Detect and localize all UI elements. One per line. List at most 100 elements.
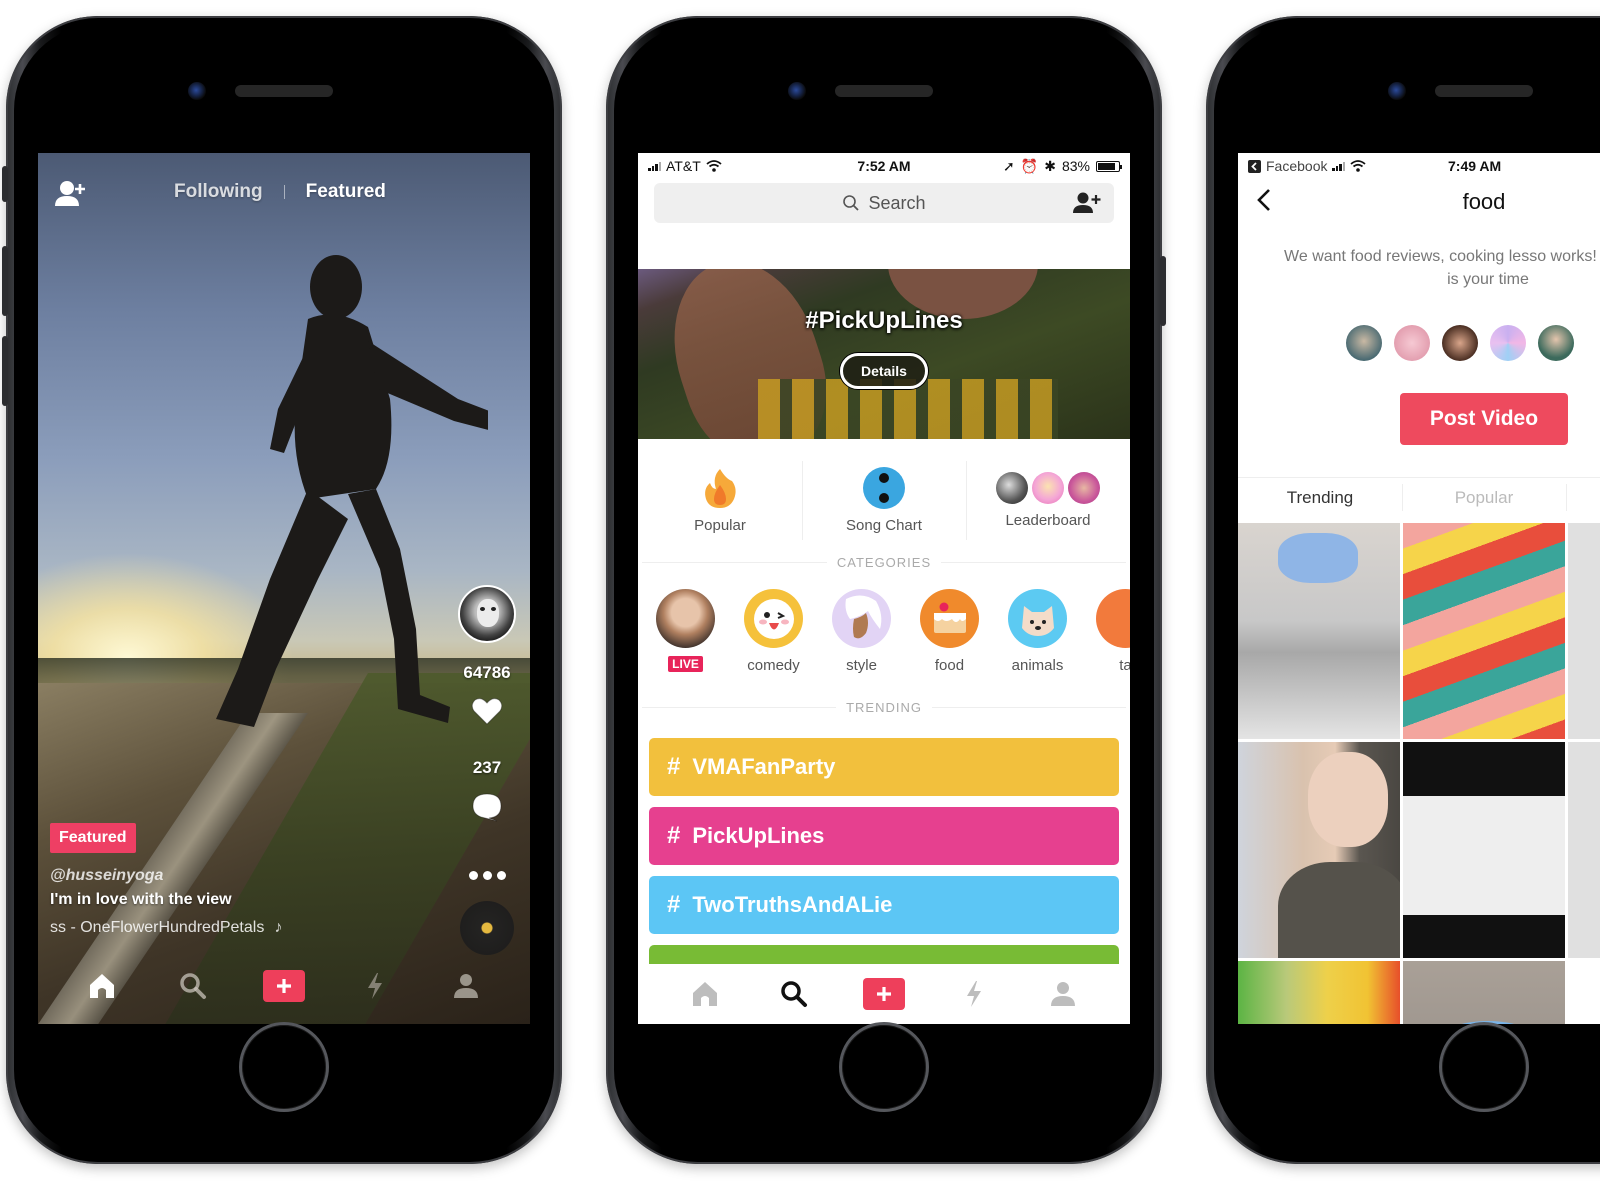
create-button[interactable]	[862, 978, 905, 1010]
status-bar: Facebook 7:49 AM	[1238, 153, 1600, 179]
wifi-icon	[1350, 160, 1367, 172]
tab-search[interactable]	[772, 972, 816, 1016]
category-label: animals	[1011, 657, 1064, 674]
video-thumbnail[interactable]	[1403, 961, 1565, 1024]
bluetooth-icon: ✱	[1044, 157, 1056, 174]
category-label: ta	[1119, 657, 1130, 674]
participant-avatars	[1346, 325, 1574, 361]
tab-create[interactable]	[862, 972, 906, 1016]
front-camera	[788, 82, 806, 100]
quick-link-popular[interactable]: Popular	[638, 453, 802, 548]
video-thumbnail[interactable]	[1238, 523, 1400, 739]
video-thumbnail[interactable]	[1403, 742, 1565, 958]
quick-link-leaderboard[interactable]: Leaderboard	[966, 453, 1130, 548]
create-button[interactable]	[262, 970, 305, 1002]
featured-hashtag-banner[interactable]: #PickUpLines Details	[638, 269, 1130, 439]
trending-header: TRENDING	[638, 700, 1130, 715]
category-live[interactable]: LIVE	[656, 589, 715, 674]
tab-search[interactable]	[171, 964, 215, 1008]
add-friend-button[interactable]	[1072, 191, 1102, 220]
participant-avatar[interactable]	[1442, 325, 1478, 361]
participant-avatar[interactable]	[1490, 325, 1526, 361]
trending-list-viewport: # VMAFanParty # PickUpLines # TwoTruthsA…	[638, 738, 1130, 982]
participant-avatar[interactable]	[1394, 325, 1430, 361]
tab-home[interactable]	[80, 964, 124, 1008]
trending-hashtag[interactable]: # PickUpLines	[649, 807, 1119, 865]
video-thumbnail[interactable]	[1238, 742, 1400, 958]
creator-avatar[interactable]	[458, 585, 516, 643]
details-button[interactable]: Details	[840, 353, 928, 389]
comment-bubble-icon	[472, 793, 502, 822]
add-friend-button[interactable]	[54, 179, 90, 209]
tab-more[interactable]	[1566, 478, 1600, 517]
tab-featured[interactable]: Featured	[306, 181, 386, 203]
music-disc-icon[interactable]	[460, 901, 514, 955]
back-to-app-icon[interactable]	[1248, 159, 1261, 173]
search-icon	[843, 195, 860, 211]
animals-icon	[1008, 589, 1067, 648]
video-thumbnail[interactable]	[1568, 742, 1600, 958]
signal-icon	[648, 161, 661, 171]
category-label: style	[846, 657, 877, 674]
category-icon	[1096, 589, 1130, 648]
tab-following[interactable]: Following	[174, 181, 263, 203]
trending-hashtag[interactable]: # VMAFanParty	[649, 738, 1119, 796]
category-comedy[interactable]: comedy	[744, 589, 803, 674]
discover-screen: AT&T 7:52 AM ➚ ⏰ ✱ 83% Search #PickUpLin…	[638, 153, 1130, 1024]
more-dots-icon	[482, 871, 492, 880]
sound-link[interactable]: ss - OneFlowerHundredPetals ♪	[50, 919, 390, 937]
tab-trending[interactable]: Trending	[1238, 478, 1402, 517]
category-style[interactable]: style	[832, 589, 891, 674]
phone-discover: AT&T 7:52 AM ➚ ⏰ ✱ 83% Search #PickUpLin…	[606, 16, 1166, 1164]
person-plus-icon	[55, 181, 85, 206]
comment-button[interactable]	[471, 792, 503, 827]
category-food[interactable]: food	[920, 589, 979, 674]
dancer-silhouette	[216, 255, 488, 727]
record-icon	[863, 467, 905, 509]
hashtag-icon: #	[667, 753, 681, 780]
tab-notifications[interactable]	[952, 972, 996, 1016]
tab-profile[interactable]	[1041, 972, 1085, 1016]
tab-profile[interactable]	[444, 964, 488, 1008]
trending-hashtag[interactable]: # TwoTruthsAndALie	[649, 876, 1119, 934]
video-thumbnail[interactable]	[1403, 523, 1565, 739]
quick-link-song-chart[interactable]: Song Chart	[802, 453, 966, 548]
front-camera	[1388, 82, 1406, 100]
alarm-icon: ⏰	[1020, 157, 1039, 174]
battery-percent: 83%	[1061, 158, 1090, 174]
plus-icon	[276, 979, 291, 993]
lightning-icon	[966, 981, 981, 1007]
phone-category: Facebook 7:49 AM food We want food revie…	[1206, 16, 1600, 1164]
like-button[interactable]	[471, 697, 503, 730]
clock: 7:52 AM	[857, 158, 911, 174]
home-icon	[692, 982, 717, 1006]
quick-links: Popular Song Chart Leaderboard	[638, 453, 1130, 548]
category-animals[interactable]: animals	[1008, 589, 1067, 674]
participant-avatar[interactable]	[1538, 325, 1574, 361]
tab-create[interactable]	[262, 964, 306, 1008]
category-screen: Facebook 7:49 AM food We want food revie…	[1238, 153, 1600, 1024]
feed-top-nav: Following Featured	[38, 177, 530, 213]
more-options-button[interactable]	[468, 871, 506, 880]
leader-avatar	[1032, 472, 1064, 504]
video-thumbnail[interactable]	[1568, 523, 1600, 739]
home-button	[1439, 1022, 1529, 1112]
volume-up-button	[2, 246, 8, 316]
category-partial[interactable]: ta	[1096, 589, 1130, 674]
participant-avatar[interactable]	[1346, 325, 1382, 361]
tab-home[interactable]	[683, 972, 727, 1016]
username-link[interactable]: @husseinyoga	[50, 867, 390, 885]
search-input[interactable]: Search	[654, 183, 1114, 223]
battery-icon	[1095, 160, 1122, 172]
search-placeholder: Search	[868, 192, 926, 213]
page-title: food	[1462, 189, 1506, 214]
feed-screen[interactable]: Following Featured 64786 237 Featured @h…	[38, 153, 530, 1024]
video-thumbnail[interactable]	[1238, 961, 1400, 1024]
hashtag-label: TwoTruthsAndALie	[692, 892, 893, 917]
phone-feed: Following Featured 64786 237 Featured @h…	[2, 16, 562, 1164]
category-label: comedy	[747, 657, 800, 674]
post-video-button[interactable]: Post Video	[1400, 393, 1568, 445]
back-app-name[interactable]: Facebook	[1266, 158, 1327, 174]
tab-popular[interactable]: Popular	[1402, 478, 1566, 517]
tab-notifications[interactable]	[353, 964, 397, 1008]
